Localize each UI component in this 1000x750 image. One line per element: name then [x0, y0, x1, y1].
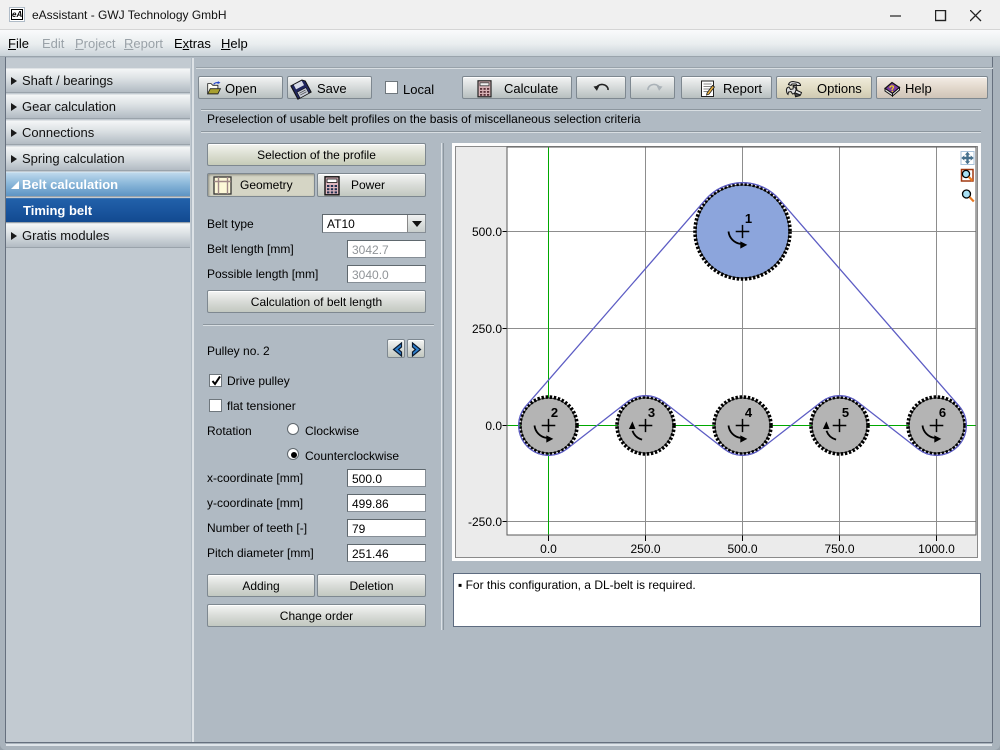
- svg-text:-250.0: -250.0: [468, 515, 502, 529]
- svg-text:500.0: 500.0: [472, 225, 502, 239]
- svg-text:2: 2: [551, 405, 558, 420]
- svg-text:250.0: 250.0: [472, 322, 502, 336]
- svg-text:500.0: 500.0: [727, 542, 757, 556]
- svg-text:0.0: 0.0: [540, 542, 557, 556]
- svg-text:0.0: 0.0: [485, 419, 502, 433]
- svg-text:750.0: 750.0: [824, 542, 854, 556]
- svg-text:4: 4: [745, 405, 753, 420]
- svg-text:6: 6: [939, 405, 946, 420]
- svg-text:250.0: 250.0: [630, 542, 660, 556]
- svg-text:1: 1: [745, 211, 752, 226]
- svg-text:5: 5: [842, 405, 849, 420]
- svg-text:3: 3: [648, 405, 655, 420]
- svg-text:1000.0: 1000.0: [918, 542, 955, 556]
